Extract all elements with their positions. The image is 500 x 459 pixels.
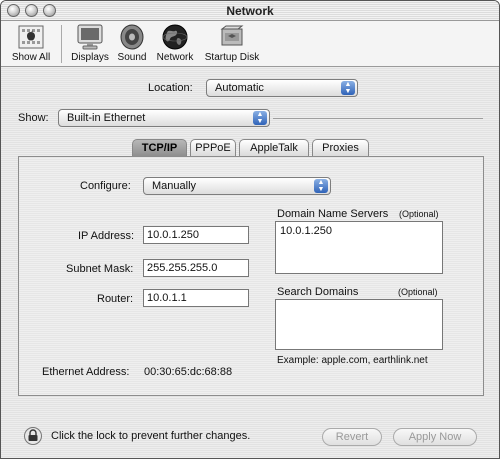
title-bar[interactable]: Network bbox=[1, 1, 499, 21]
window-title: Network bbox=[226, 4, 274, 18]
hard-disk-icon bbox=[216, 23, 248, 51]
ip-address-label: IP Address: bbox=[78, 230, 135, 242]
ip-address-field[interactable]: 10.0.1.250 bbox=[143, 226, 249, 244]
tab-pppoe[interactable]: PPPoE bbox=[190, 139, 236, 157]
revert-button[interactable]: Revert bbox=[322, 428, 382, 446]
subnet-mask-label: Subnet Mask: bbox=[66, 263, 134, 275]
toolbar: Show All Displays Sound Network Startup … bbox=[1, 21, 499, 67]
toolbar-item-label: Startup Disk bbox=[204, 52, 260, 63]
toolbar-item-network[interactable]: Network bbox=[153, 23, 197, 63]
tab-tcpip[interactable]: TCP/IP bbox=[132, 139, 187, 157]
popup-arrows-icon: ▲ ▼ bbox=[341, 81, 355, 95]
router-label: Router: bbox=[97, 293, 134, 305]
search-domains-label: Search Domains bbox=[277, 286, 359, 298]
toolbar-item-sound[interactable]: Sound bbox=[115, 23, 149, 63]
toolbar-item-displays[interactable]: Displays bbox=[69, 23, 111, 63]
popup-arrows-icon: ▲ ▼ bbox=[253, 111, 267, 125]
toolbar-item-show-all[interactable]: Show All bbox=[7, 23, 55, 63]
toolbar-item-label: Displays bbox=[71, 52, 109, 63]
show-label: Show: bbox=[18, 112, 49, 124]
configure-popup[interactable]: Manually ▲ ▼ bbox=[143, 177, 331, 195]
globe-icon bbox=[159, 23, 191, 51]
configure-value: Manually bbox=[152, 180, 197, 192]
toolbar-item-startup-disk[interactable]: Startup Disk bbox=[201, 23, 263, 63]
dns-servers-field[interactable]: 10.0.1.250 bbox=[275, 221, 443, 274]
show-value: Built-in Ethernet bbox=[67, 112, 146, 124]
speaker-icon bbox=[116, 23, 148, 51]
lock-message: Click the lock to prevent further change… bbox=[51, 430, 251, 442]
router-field[interactable]: 10.0.1.1 bbox=[143, 289, 249, 307]
toolbar-item-label: Sound bbox=[117, 52, 147, 63]
subnet-mask-field[interactable]: 255.255.255.0 bbox=[143, 259, 249, 277]
dns-label: Domain Name Servers bbox=[277, 208, 389, 220]
show-popup[interactable]: Built-in Ethernet ▲ ▼ bbox=[58, 109, 270, 127]
network-preferences-window: Network Show All Displays Sound Network … bbox=[0, 0, 500, 459]
toolbar-item-label: Network bbox=[156, 52, 194, 63]
toolbar-item-label: Show All bbox=[11, 52, 51, 63]
tab-proxies[interactable]: Proxies bbox=[312, 139, 369, 157]
popup-arrows-icon: ▲ ▼ bbox=[314, 179, 328, 193]
location-value: Automatic bbox=[215, 82, 264, 94]
dns-optional-label: (Optional) bbox=[399, 209, 439, 219]
ethernet-address-value: 00:30:65:dc:68:88 bbox=[144, 366, 233, 378]
location-label: Location: bbox=[148, 82, 193, 94]
search-optional-label: (Optional) bbox=[398, 287, 438, 297]
search-domains-field[interactable] bbox=[275, 299, 443, 350]
apple-grid-icon bbox=[15, 23, 47, 51]
search-domains-example: Example: apple.com, earthlink.net bbox=[277, 355, 428, 366]
location-popup[interactable]: Automatic ▲ ▼ bbox=[206, 79, 358, 97]
display-icon bbox=[74, 23, 106, 51]
tab-appletalk[interactable]: AppleTalk bbox=[239, 139, 309, 157]
configure-label: Configure: bbox=[80, 180, 131, 192]
lock-icon[interactable] bbox=[24, 426, 42, 446]
apply-now-button[interactable]: Apply Now bbox=[393, 428, 477, 446]
toolbar-separator bbox=[61, 25, 62, 63]
ethernet-address-label: Ethernet Address: bbox=[42, 366, 130, 378]
divider bbox=[273, 118, 483, 119]
